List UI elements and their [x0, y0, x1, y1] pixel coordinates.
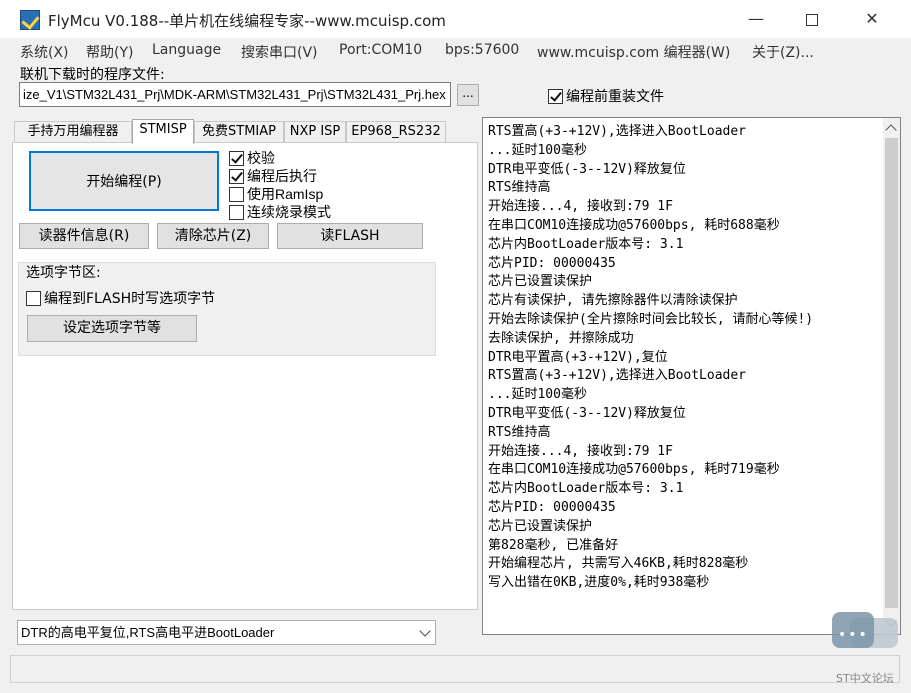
forum-watermark: ••• ST中文论坛 — [832, 612, 898, 688]
log-line: 芯片内BootLoader版本号: 3.1 — [488, 236, 684, 252]
write-option-bytes-label: 编程到FLASH时写选项字节 — [44, 291, 216, 307]
watermark-text: ST中文论坛 — [836, 672, 894, 685]
read-device-info-button[interactable]: 读器件信息(R) — [19, 223, 149, 249]
reload-label: 编程前重装文件 — [566, 89, 664, 105]
log-output[interactable]: RTS置高(+3-+12V),选择进入BootLoader ...延时100毫秒… — [482, 117, 901, 635]
scroll-up-icon[interactable] — [885, 124, 897, 136]
log-line: RTS置高(+3-+12V),选择进入BootLoader — [488, 368, 747, 384]
scroll-thumb[interactable] — [885, 138, 898, 608]
menu-help[interactable]: 帮助(Y) — [86, 42, 133, 62]
log-line: RTS置高(+3-+12V),选择进入BootLoader — [488, 124, 747, 139]
log-line: 在串口COM10连接成功@57600bps, 耗时719毫秒 — [488, 462, 780, 478]
log-text: RTS置高(+3-+12V),选择进入BootLoader ...延时100毫秒… — [488, 123, 872, 593]
tab-nxp-isp[interactable]: NXP ISP — [284, 121, 346, 143]
maximize-button[interactable] — [792, 6, 832, 32]
start-program-button[interactable]: 开始编程(P) — [29, 151, 219, 211]
checkbox-icon — [548, 88, 563, 104]
window-title: FlyMcu V0.188--单片机在线编程专家--www.mcuisp.com — [48, 12, 446, 30]
title-bar: FlyMcu V0.188--单片机在线编程专家--www.mcuisp.com… — [0, 0, 911, 38]
log-line: 芯片PID: 00000435 — [488, 255, 616, 271]
log-line: ...延时100毫秒 — [488, 387, 587, 403]
menu-system[interactable]: 系统(X) — [20, 42, 69, 62]
log-line: ...延时100毫秒 — [488, 142, 587, 158]
checkbox-icon — [229, 150, 244, 166]
set-option-bytes-button[interactable]: 设定选项字节等 — [27, 315, 197, 342]
tab-stmisp[interactable]: STMISP — [132, 119, 194, 144]
log-line: DTR电平置高(+3-+12V),复位 — [488, 349, 668, 365]
chevron-down-icon — [419, 625, 431, 637]
checkbox-icon — [229, 204, 244, 220]
log-line: 写入出错在0KB,进度0%,耗时938毫秒 — [488, 575, 710, 591]
close-button[interactable]: ✕ — [852, 6, 892, 32]
log-line: 芯片已设置读保护 — [488, 518, 593, 534]
menu-port[interactable]: Port:COM10 — [339, 42, 422, 58]
menu-about[interactable]: 关于(Z)... — [752, 42, 814, 62]
log-scrollbar[interactable] — [883, 118, 900, 634]
maximize-icon — [806, 13, 818, 26]
checkbox-icon — [229, 186, 244, 202]
reset-mode-select[interactable]: DTR的高电平复位,RTS高电平进BootLoader — [17, 620, 436, 645]
app-icon — [20, 10, 40, 30]
log-line: 在串口COM10连接成功@57600bps, 耗时688毫秒 — [488, 217, 780, 233]
write-option-bytes-checkbox[interactable]: 编程到FLASH时写选项字节 — [26, 288, 215, 308]
checkbox-icon — [26, 290, 41, 306]
log-line: DTR电平变低(-3--12V)释放复位 — [488, 405, 686, 421]
verify-checkbox[interactable]: 校验 — [229, 148, 275, 168]
log-line: 开始编程芯片, 共需写入46KB,耗时828毫秒 — [488, 556, 749, 572]
menu-language[interactable]: Language — [152, 42, 221, 58]
program-file-label: 联机下载时的程序文件: — [20, 67, 165, 83]
log-line: 第828毫秒, 已准备好 — [488, 537, 619, 553]
log-line: 芯片PID: 00000435 — [488, 499, 616, 515]
log-line: 开始连接...4, 接收到:79 1F — [488, 199, 673, 215]
menu-programmer[interactable]: www.mcuisp.com 编程器(W) — [537, 42, 730, 62]
menu-bps[interactable]: bps:57600 — [445, 42, 519, 58]
log-line: RTS维持高 — [488, 424, 551, 440]
read-flash-button[interactable]: 读FLASH — [277, 223, 423, 249]
log-line: RTS维持高 — [488, 180, 551, 196]
log-line: 芯片已设置读保护 — [488, 274, 593, 290]
reload-before-program-checkbox[interactable]: 编程前重装文件 — [548, 86, 664, 106]
log-line: 去除读保护, 并擦除成功 — [488, 330, 634, 346]
run-after-program-label: 编程后执行 — [247, 169, 317, 185]
log-line: 开始去除读保护(全片擦除时间会比较长, 请耐心等候!) — [488, 311, 814, 327]
tab-ep968-rs232[interactable]: EP968_RS232 — [346, 121, 446, 143]
log-line: 芯片内BootLoader版本号: 3.1 — [488, 481, 684, 497]
log-line: 开始连接...4, 接收到:79 1F — [488, 443, 673, 459]
use-ramisp-checkbox[interactable]: 使用RamIsp — [229, 184, 323, 204]
tab-free-stmiap[interactable]: 免费STMIAP — [194, 121, 284, 143]
checkbox-icon — [229, 168, 244, 184]
continuous-burn-checkbox[interactable]: 连续烧录模式 — [229, 202, 331, 222]
minimize-button[interactable]: — — [736, 6, 776, 32]
reset-mode-value: DTR的高电平复位,RTS高电平进BootLoader — [21, 625, 275, 640]
browse-button[interactable]: ... — [457, 84, 479, 106]
log-line: 芯片有读保护, 请先擦除器件以清除读保护 — [488, 293, 738, 309]
continuous-burn-label: 连续烧录模式 — [247, 205, 331, 221]
erase-chip-button[interactable]: 清除芯片(Z) — [157, 223, 269, 249]
run-after-program-checkbox[interactable]: 编程后执行 — [229, 166, 317, 186]
log-line: DTR电平变低(-3--12V)释放复位 — [488, 161, 686, 177]
menu-bar: 系统(X) 帮助(Y) Language 搜索串口(V) Port:COM10 … — [0, 38, 911, 64]
menu-search-port[interactable]: 搜索串口(V) — [241, 42, 318, 62]
tab-handheld-programmer[interactable]: 手持万用编程器 — [14, 121, 132, 143]
status-bar — [10, 655, 900, 683]
use-ramisp-label: 使用RamIsp — [247, 186, 324, 202]
option-bytes-title: 选项字节区: — [26, 265, 101, 281]
program-file-input[interactable]: ize_V1\STM32L431_Prj\MDK-ARM\STM32L431_P… — [19, 82, 451, 107]
verify-label: 校验 — [247, 151, 275, 167]
